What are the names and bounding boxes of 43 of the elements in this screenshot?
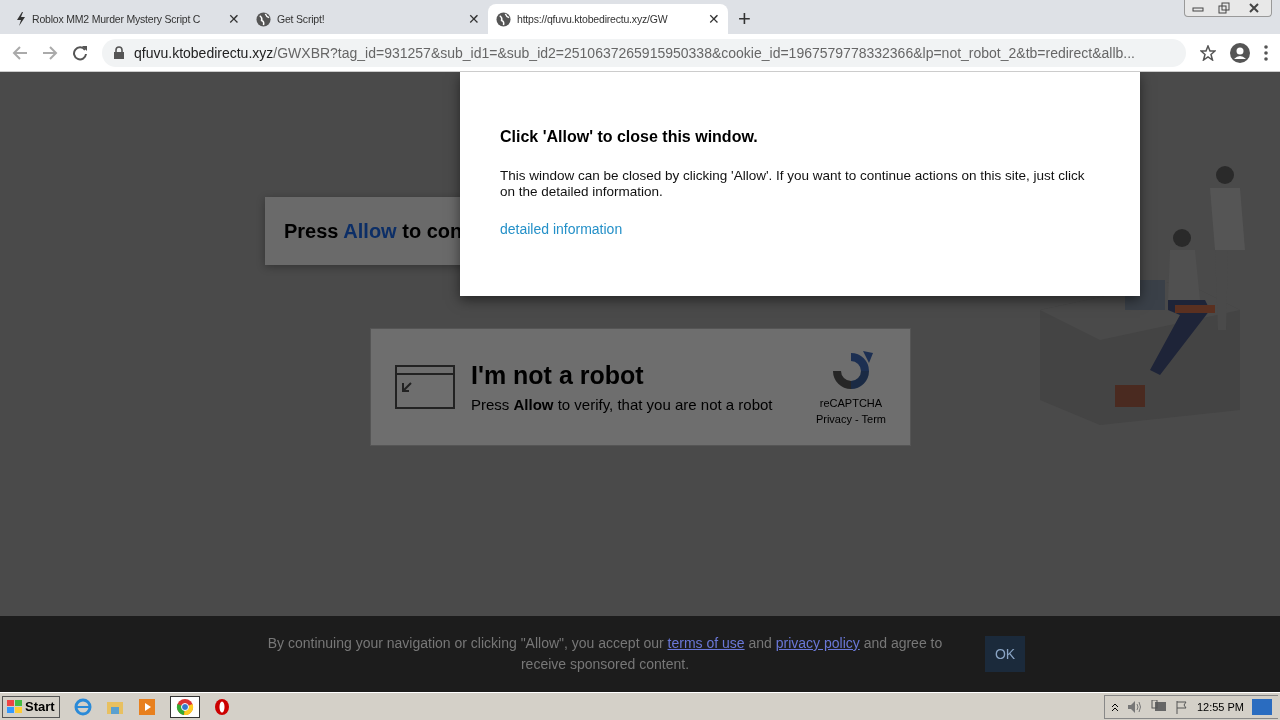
close-icon[interactable]: ✕ xyxy=(228,12,240,26)
chevron-up-icon[interactable] xyxy=(1110,701,1119,712)
prompt-text: Press Allow to con xyxy=(284,219,463,243)
forward-arrow-icon[interactable] xyxy=(42,44,58,61)
globe-icon xyxy=(256,11,271,27)
flag-icon[interactable] xyxy=(1174,699,1189,714)
windows-logo-icon xyxy=(7,699,23,714)
privacy-terms-link[interactable]: Privacy - Term xyxy=(815,413,886,425)
globe-icon xyxy=(496,11,511,27)
browser-tab[interactable]: Roblox MM2 Murder Mystery Script C ✕ xyxy=(8,4,248,34)
media-player-icon[interactable] xyxy=(137,697,156,716)
lock-icon xyxy=(114,46,124,59)
account-icon[interactable] xyxy=(1230,42,1250,63)
close-icon[interactable]: ✕ xyxy=(708,12,720,26)
bolt-icon xyxy=(16,12,26,26)
star-icon[interactable] xyxy=(1200,44,1216,61)
close-icon[interactable]: ✕ xyxy=(468,12,480,26)
privacy-link[interactable]: privacy policy xyxy=(775,635,860,651)
browser-tab[interactable]: https://qfuvu.ktobedirectu.xyz/GW ✕ xyxy=(488,4,728,34)
clock: 12:55 PM xyxy=(1196,700,1244,713)
captcha-title: I'm not a robot xyxy=(471,361,645,390)
desktop-icon[interactable] xyxy=(1252,698,1272,715)
recaptcha-label: reCAPTCHA xyxy=(819,397,883,409)
menu-icon[interactable] xyxy=(1264,44,1268,61)
detailed-information-link[interactable]: detailed information xyxy=(500,221,623,237)
modal-text: This window can be closed by clicking 'Allow'. If you want to continue actions on this site, just click on the detailed information. xyxy=(500,168,1086,200)
terms-link[interactable]: terms of use xyxy=(667,635,745,651)
browser-tab[interactable]: Get Script! ✕ xyxy=(248,4,488,34)
new-tab-button[interactable]: + xyxy=(738,8,751,34)
network-icon[interactable] xyxy=(1150,699,1167,714)
ie-icon[interactable] xyxy=(73,697,92,716)
captcha-text: Press Allow to verify, that you are not a robot xyxy=(471,396,774,413)
opera-icon[interactable] xyxy=(213,697,230,716)
modal-title: Click 'Allow' to close this window. xyxy=(500,128,759,146)
back-arrow-icon[interactable] xyxy=(12,44,28,61)
start-button[interactable]: Start xyxy=(2,695,60,718)
speaker-icon[interactable] xyxy=(1126,699,1143,714)
consent-text: By continuing your navigation or clicking "Allow", you accept our terms of use and privacy policy and agree to receive sponsored content. xyxy=(266,634,944,674)
browser-window-icon xyxy=(395,365,455,409)
reload-icon[interactable] xyxy=(72,44,88,61)
chrome-icon[interactable] xyxy=(169,695,200,718)
ok-button[interactable]: OK xyxy=(985,636,1025,672)
address-field[interactable]: qfuvu.ktobedirectu.xyz/GWXBR?tag_id=931257&sub_id1=&sub_id2=2510637265915950338&cookie_id=1967579778332366&lp=not_robot_2&tb=redirect&allb... xyxy=(102,38,1186,67)
